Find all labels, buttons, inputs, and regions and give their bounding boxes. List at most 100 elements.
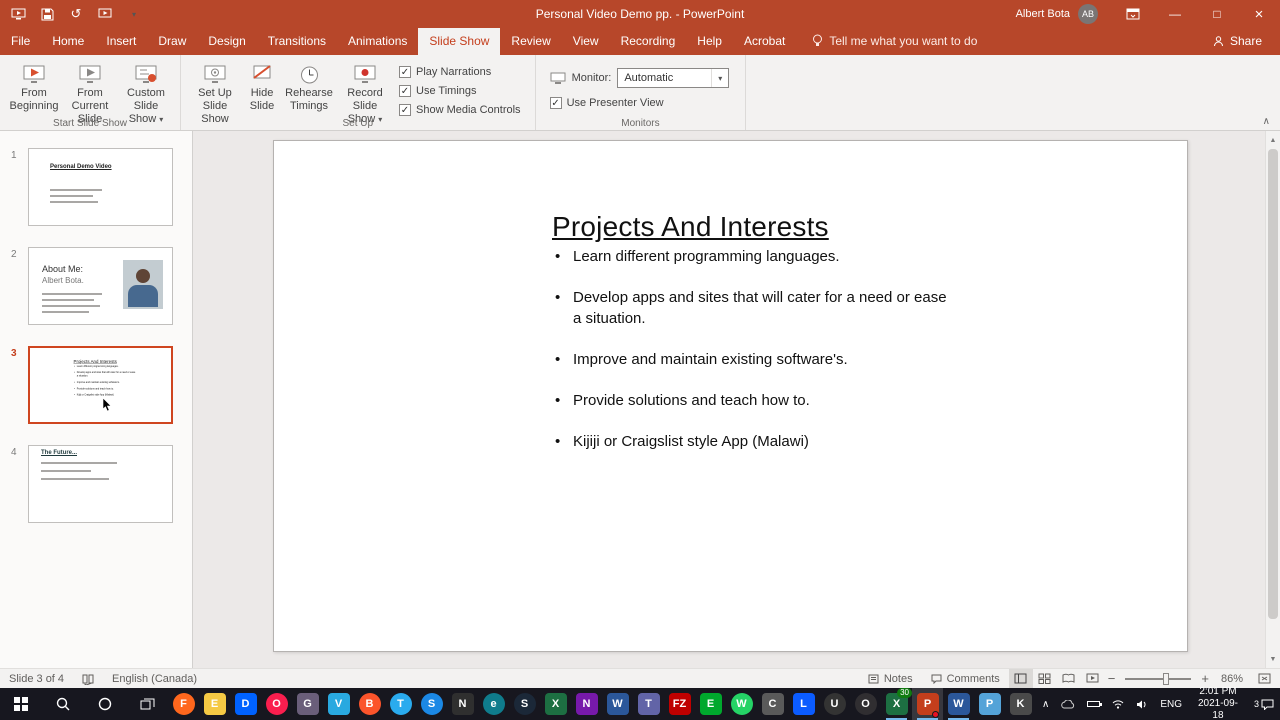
taskbar-app-edge[interactable]: e xyxy=(478,688,509,720)
taskbar-app-keyboard[interactable]: K xyxy=(1005,688,1036,720)
chevron-down-icon[interactable]: ▾ xyxy=(711,69,728,87)
slide-1-thumbnail[interactable]: Personal Demo Video xyxy=(28,148,173,226)
action-center-button[interactable]: 3 xyxy=(1248,688,1280,720)
slide-indicator[interactable]: Slide 3 of 4 xyxy=(0,669,73,688)
taskbar-app-firefox[interactable]: F xyxy=(168,688,199,720)
taskbar-app-gimp[interactable]: G xyxy=(292,688,323,720)
proofing-icon[interactable] xyxy=(73,669,103,688)
slide-3-thumbnail-selected[interactable]: Projects And Interests Learn different p… xyxy=(28,346,173,424)
tab-view[interactable]: View xyxy=(562,28,610,55)
ribbon-display-options-icon[interactable] xyxy=(1112,0,1154,28)
zoom-slider[interactable] xyxy=(1125,672,1192,685)
bullet-item[interactable]: Kijiji or Craigslist style App (Malawi) xyxy=(552,431,957,452)
undo-icon[interactable]: ↺ xyxy=(68,6,84,22)
maximize-button[interactable]: □ xyxy=(1196,0,1238,28)
taskbar-app-opera[interactable]: O xyxy=(261,688,292,720)
scroll-up-icon[interactable]: ▲ xyxy=(1266,133,1280,147)
monitor-dropdown[interactable]: Automatic ▾ xyxy=(617,68,730,88)
language-indicator[interactable]: English (Canada) xyxy=(103,669,206,688)
taskbar-app-onenote[interactable]: N xyxy=(571,688,602,720)
slide-sorter-icon[interactable] xyxy=(1033,669,1057,688)
taskbar-app-filezilla[interactable]: FZ xyxy=(664,688,695,720)
language-switcher[interactable]: ENG xyxy=(1154,688,1188,720)
bullet-item[interactable]: Develop apps and sites that will cater f… xyxy=(552,287,957,329)
bullet-item[interactable]: Improve and maintain existing software's… xyxy=(552,349,957,370)
taskbar-app-safari[interactable]: S xyxy=(416,688,447,720)
taskbar-app-evernote[interactable]: E xyxy=(695,688,726,720)
comments-button[interactable]: Comments xyxy=(922,669,1009,688)
slide-canvas[interactable]: Projects And Interests Learn different p… xyxy=(273,140,1188,652)
tab-slide-show[interactable]: Slide Show xyxy=(418,28,501,55)
tab-review[interactable]: Review xyxy=(500,28,561,55)
bullet-item[interactable]: Learn different programming languages. xyxy=(552,246,957,267)
slide-title[interactable]: Projects And Interests xyxy=(552,211,829,243)
taskbar-app-whatsapp[interactable]: W xyxy=(726,688,757,720)
taskbar-app-word-open[interactable]: W xyxy=(943,688,974,720)
taskbar-app-ubuntu[interactable]: U xyxy=(819,688,850,720)
tab-file[interactable]: File xyxy=(0,28,41,55)
tab-acrobat[interactable]: Acrobat xyxy=(733,28,796,55)
vertical-scrollbar[interactable]: ▲ ▼ xyxy=(1265,131,1280,668)
search-button[interactable] xyxy=(42,688,84,720)
minimize-button[interactable]: — xyxy=(1154,0,1196,28)
taskbar-app-excel[interactable]: X xyxy=(540,688,571,720)
taskbar-app-steam[interactable]: S xyxy=(509,688,540,720)
cortana-button[interactable] xyxy=(84,688,126,720)
tab-recording[interactable]: Recording xyxy=(610,28,687,55)
reading-view-icon[interactable] xyxy=(1057,669,1081,688)
slide-body-text[interactable]: Learn different programming languages. D… xyxy=(552,246,957,472)
notes-button[interactable]: Notes xyxy=(859,669,922,688)
zoom-slider-thumb[interactable] xyxy=(1163,672,1170,685)
tab-draw[interactable]: Draw xyxy=(147,28,197,55)
slide-2-thumbnail[interactable]: About Me: Albert Bota. xyxy=(28,247,173,325)
close-button[interactable]: × xyxy=(1238,0,1280,28)
scrollbar-thumb[interactable] xyxy=(1268,149,1278,619)
account-avatar[interactable]: AB xyxy=(1078,4,1098,24)
from-beginning-button[interactable]: From Beginning xyxy=(6,58,62,115)
tell-me-box[interactable]: Tell me what you want to do xyxy=(812,34,977,55)
taskbar-app-obs[interactable]: O xyxy=(850,688,881,720)
taskbar-app-photos[interactable]: P xyxy=(974,688,1005,720)
taskbar-app-notion[interactable]: N xyxy=(447,688,478,720)
zoom-in-icon[interactable]: + xyxy=(1198,671,1212,686)
slideshow-icon[interactable] xyxy=(10,6,26,22)
taskbar-app-vscode[interactable]: V xyxy=(323,688,354,720)
show-media-controls-checkbox[interactable]: Show Media Controls xyxy=(399,104,521,116)
use-presenter-view-checkbox[interactable]: Use Presenter View xyxy=(549,97,730,109)
customize-quick-access-icon[interactable]: ▾ xyxy=(126,6,142,22)
taskbar-app-camera[interactable]: C xyxy=(757,688,788,720)
normal-view-icon[interactable] xyxy=(1008,669,1033,688)
taskbar-app-dropbox[interactable]: D xyxy=(230,688,261,720)
tab-design[interactable]: Design xyxy=(197,28,256,55)
use-timings-checkbox[interactable]: Use Timings xyxy=(399,85,521,97)
hidden-icons-chevron[interactable]: ∧ xyxy=(1036,688,1055,720)
slide-4-thumbnail[interactable]: The Future... xyxy=(28,445,173,523)
scroll-down-icon[interactable]: ▼ xyxy=(1266,652,1280,666)
taskbar-app-excel-open[interactable]: X 30 xyxy=(881,688,912,720)
taskbar-app-file-explorer[interactable]: E xyxy=(199,688,230,720)
zoom-out-icon[interactable]: − xyxy=(1105,671,1119,686)
share-button[interactable]: Share xyxy=(1213,34,1280,55)
taskbar-app-brave[interactable]: B xyxy=(354,688,385,720)
taskbar-app-powerpoint[interactable]: P xyxy=(912,688,943,720)
tab-home[interactable]: Home xyxy=(41,28,95,55)
start-from-beginning-icon[interactable] xyxy=(97,6,113,22)
network-icon[interactable] xyxy=(1106,688,1130,720)
taskbar-app-telegram[interactable]: T xyxy=(385,688,416,720)
task-view-button[interactable] xyxy=(126,688,168,720)
onedrive-icon[interactable] xyxy=(1055,688,1081,720)
tab-insert[interactable]: Insert xyxy=(95,28,147,55)
rehearse-timings-button[interactable]: Rehearse Timings xyxy=(281,58,337,115)
taskbar-app-teams[interactable]: T xyxy=(633,688,664,720)
play-narrations-checkbox[interactable]: Play Narrations xyxy=(399,66,521,78)
slide-editor-area[interactable]: Projects And Interests Learn different p… xyxy=(193,131,1280,668)
taskbar-app-word[interactable]: W xyxy=(602,688,633,720)
taskbar-app-live[interactable]: L xyxy=(788,688,819,720)
slideshow-view-icon[interactable] xyxy=(1081,669,1105,688)
tab-transitions[interactable]: Transitions xyxy=(257,28,337,55)
fit-to-window-icon[interactable] xyxy=(1252,669,1276,688)
battery-icon[interactable] xyxy=(1081,688,1106,720)
tab-animations[interactable]: Animations xyxy=(337,28,418,55)
hide-slide-button[interactable]: Hide Slide xyxy=(243,58,281,115)
tab-help[interactable]: Help xyxy=(686,28,733,55)
